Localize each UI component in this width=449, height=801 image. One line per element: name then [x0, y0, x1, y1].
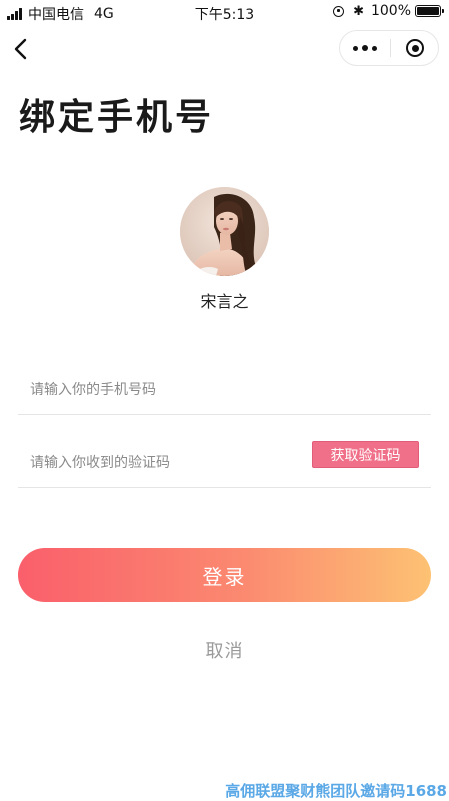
close-target-icon: [406, 39, 424, 57]
rotation-lock-icon: [333, 5, 345, 17]
status-right: ✱ 100%: [333, 3, 444, 19]
phone-input[interactable]: [30, 368, 300, 412]
get-code-button[interactable]: 获取验证码: [312, 441, 419, 468]
cancel-button[interactable]: 取消: [0, 637, 449, 663]
back-button[interactable]: [10, 36, 34, 62]
watermark-text: 高佣联盟聚财熊团队邀请码1688: [225, 782, 447, 800]
bluetooth-icon: ✱: [353, 3, 364, 19]
verification-code-input[interactable]: [30, 441, 300, 485]
battery-icon: [415, 5, 444, 17]
chevron-left-icon: [14, 38, 27, 60]
battery-percentage: 100%: [370, 3, 411, 19]
code-field-row: 获取验证码: [18, 441, 431, 488]
more-button[interactable]: [340, 31, 390, 65]
avatar: [180, 187, 269, 276]
close-button[interactable]: [391, 31, 439, 65]
page-title: 绑定手机号: [19, 97, 215, 138]
status-bar: 中国电信 4G 下午5:13 ✱ 100%: [0, 0, 449, 26]
phone-field-row: [18, 368, 431, 415]
username: 宋言之: [200, 292, 249, 311]
more-dots-icon: [351, 45, 379, 51]
login-button[interactable]: 登录: [18, 548, 431, 602]
mini-program-capsule: [339, 30, 439, 66]
